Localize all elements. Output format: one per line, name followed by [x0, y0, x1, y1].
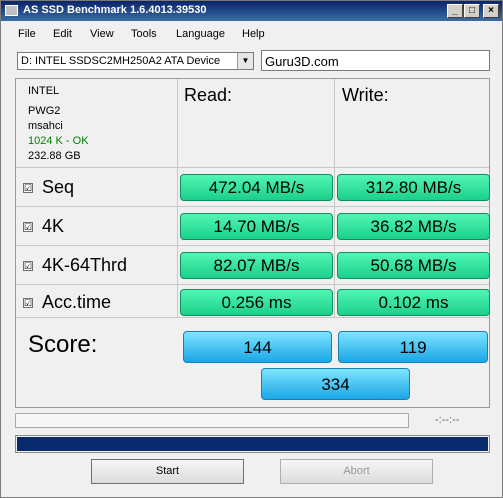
- drive-capacity: 232.88 GB: [28, 150, 81, 162]
- read-header: Read:: [184, 85, 233, 105]
- 4k-checkbox[interactable]: ☑: [23, 222, 33, 232]
- close-button[interactable]: ×: [483, 4, 499, 18]
- menu-view[interactable]: View: [90, 28, 114, 40]
- acctime-read-value: 0.256 ms: [180, 289, 333, 316]
- overall-progress-bar: [15, 435, 490, 453]
- maximize-button[interactable]: □: [464, 4, 480, 18]
- 4k-read-value: 14.70 MB/s: [180, 213, 333, 240]
- as-ssd-window: AS SSD Benchmark 1.6.4013.39530 _ □ × Fi…: [0, 0, 503, 498]
- column-divider: [177, 79, 178, 317]
- name-field-value: Guru3D.com: [265, 54, 339, 69]
- 4k64-label: 4K-64Thrd: [42, 255, 128, 275]
- menu-language[interactable]: Language: [176, 28, 225, 40]
- window-title: AS SSD Benchmark 1.6.4013.39530: [23, 4, 207, 16]
- name-field[interactable]: Guru3D.com: [261, 50, 490, 71]
- start-button[interactable]: Start: [91, 459, 244, 484]
- total-score: 334: [261, 368, 410, 400]
- row-divider: [16, 167, 489, 168]
- app-icon: [5, 5, 18, 16]
- write-score: 119: [338, 331, 488, 363]
- acctime-checkbox[interactable]: ☑: [23, 298, 33, 308]
- acctime-write-value: 0.102 ms: [337, 289, 490, 316]
- alignment-status: 1024 K - OK: [28, 135, 89, 147]
- 4k64-read-value: 82.07 MB/s: [180, 252, 333, 279]
- drive-select-value: D: INTEL SSDSC2MH250A2 ATA Device: [21, 55, 221, 67]
- write-header: Write:: [342, 85, 389, 105]
- abort-button[interactable]: Abort: [280, 459, 433, 484]
- 4k64-checkbox[interactable]: ☑: [23, 261, 33, 271]
- score-label: Score:: [28, 331, 98, 358]
- seq-checkbox[interactable]: ☑: [23, 183, 33, 193]
- drive-driver: msahci: [28, 120, 63, 132]
- chevron-down-icon[interactable]: ▼: [237, 53, 253, 69]
- drive-select[interactable]: D: INTEL SSDSC2MH250A2 ATA Device ▼: [17, 52, 254, 70]
- minimize-button[interactable]: _: [447, 4, 463, 18]
- menu-bar: File Edit View Tools Language Help: [1, 25, 502, 43]
- menu-edit[interactable]: Edit: [53, 28, 72, 40]
- row-divider: [16, 206, 489, 207]
- test-progress-bar: [15, 413, 409, 428]
- results-panel: INTEL PWG2 msahci 1024 K - OK 232.88 GB …: [15, 78, 490, 408]
- title-bar[interactable]: AS SSD Benchmark 1.6.4013.39530 _ □ ×: [1, 1, 502, 21]
- menu-file[interactable]: File: [18, 28, 36, 40]
- 4k-label: 4K: [42, 216, 65, 236]
- 4k-write-value: 36.82 MB/s: [337, 213, 490, 240]
- seq-label: Seq: [42, 177, 75, 197]
- acctime-label: Acc.time: [42, 292, 112, 312]
- row-divider: [16, 317, 489, 318]
- column-divider: [334, 79, 335, 317]
- drive-firmware: PWG2: [28, 105, 61, 117]
- menu-help[interactable]: Help: [242, 28, 265, 40]
- drive-vendor: INTEL: [28, 85, 60, 97]
- seq-write-value: 312.80 MB/s: [337, 174, 490, 201]
- overall-progress-fill: [17, 437, 488, 451]
- menu-tools[interactable]: Tools: [131, 28, 157, 40]
- 4k64-write-value: 50.68 MB/s: [337, 252, 490, 279]
- row-divider: [16, 245, 489, 246]
- elapsed-time: -:--:--: [435, 414, 460, 426]
- read-score: 144: [183, 331, 332, 363]
- row-divider: [16, 284, 489, 285]
- seq-read-value: 472.04 MB/s: [180, 174, 333, 201]
